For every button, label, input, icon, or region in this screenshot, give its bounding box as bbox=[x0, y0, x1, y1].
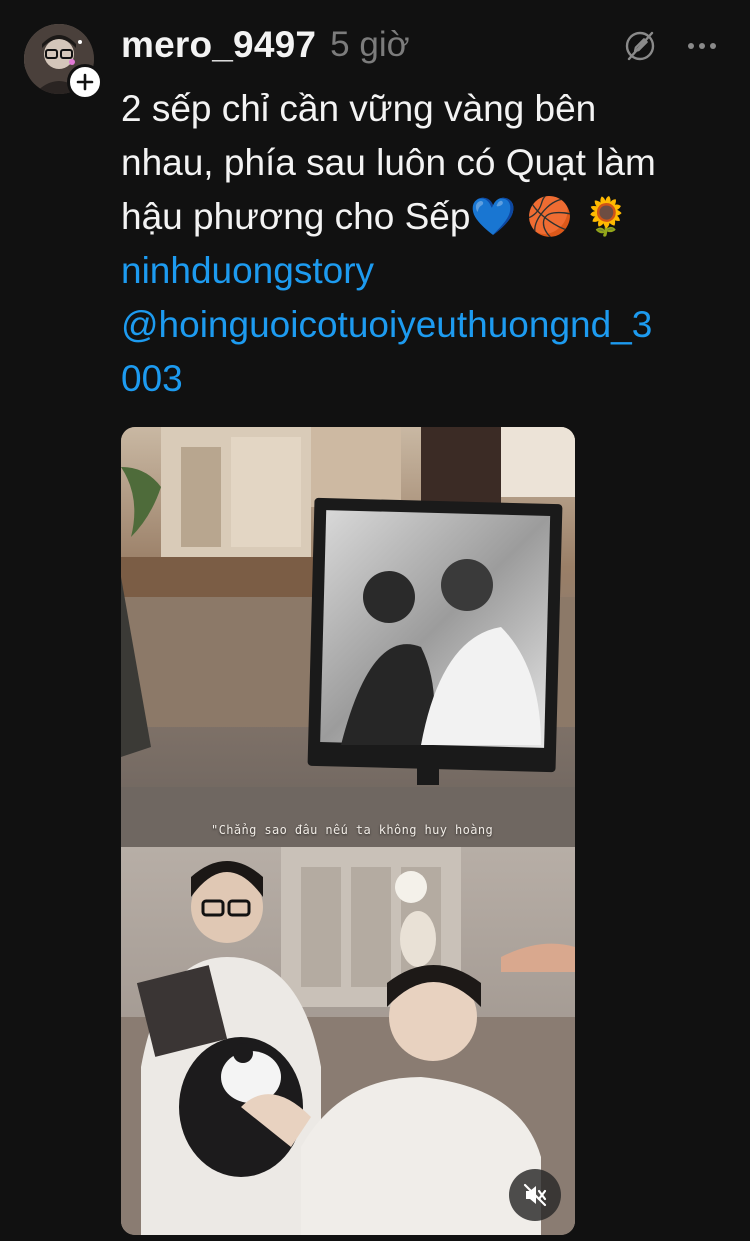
video-player[interactable]: "Chẳng sao đâu nếu ta không huy hoàng bbox=[121, 427, 575, 1235]
caption-line: nhau, phía sau luôn có Quạt làm bbox=[121, 142, 656, 183]
edit-button[interactable] bbox=[622, 28, 658, 64]
thread-post: mero_9497 5 giờ 2 sếp chỉ cần vững vàng … bbox=[0, 0, 750, 1241]
edit-disabled-icon bbox=[625, 31, 655, 61]
mention-link[interactable]: @hoinguoicotuoiyeuthuongnd_3 bbox=[121, 298, 721, 352]
more-options-button[interactable] bbox=[684, 28, 720, 64]
caption-line: hậu phương cho Sếp💙 🏀 🌻 bbox=[121, 196, 630, 237]
avatar-container[interactable] bbox=[24, 24, 103, 100]
mention-link-continued[interactable]: 003 bbox=[121, 352, 721, 406]
post-actions bbox=[622, 28, 720, 64]
speaker-muted-icon bbox=[523, 1183, 547, 1207]
video-subtitle: "Chẳng sao đâu nếu ta không huy hoàng bbox=[211, 823, 494, 837]
follow-button[interactable] bbox=[67, 64, 103, 100]
post-header: mero_9497 5 giờ bbox=[121, 22, 410, 68]
timestamp: 5 giờ bbox=[330, 25, 410, 64]
plus-icon bbox=[76, 73, 94, 91]
mute-toggle-button[interactable] bbox=[509, 1169, 561, 1221]
caption-line: 2 sếp chỉ cần vững vàng bên bbox=[121, 88, 597, 129]
hashtag-link[interactable]: ninhduongstory bbox=[121, 244, 721, 298]
post-caption: 2 sếp chỉ cần vững vàng bên nhau, phía s… bbox=[121, 82, 721, 406]
username[interactable]: mero_9497 bbox=[121, 24, 316, 66]
more-icon bbox=[688, 43, 716, 49]
